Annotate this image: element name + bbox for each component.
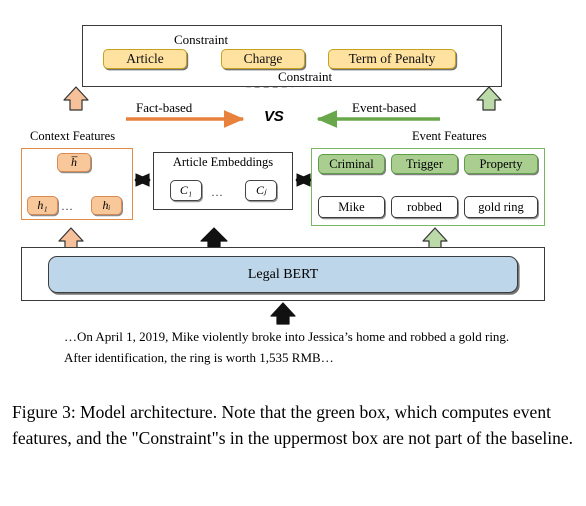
constraint-label-bottom: Constraint xyxy=(278,69,333,84)
block-arrow-event-to-top xyxy=(476,86,502,111)
event-mention-mike: Mike xyxy=(318,196,385,218)
fact-based-label: Fact-based xyxy=(136,100,193,115)
figure-caption: Figure 3: Model architecture. Note that … xyxy=(12,402,574,448)
article-embeddings-title: Article Embeddings xyxy=(172,155,274,169)
figure-3-model-architecture: Article Charge Term of Penalty Constrain… xyxy=(0,0,586,506)
input-document-text: …On April 1, 2019, Mike violently broke … xyxy=(64,329,510,366)
event-role-criminal: Criminal xyxy=(318,154,385,174)
article-embedding-last: Cⱼ xyxy=(245,180,277,201)
article-embedding-first: C₁ xyxy=(170,180,202,201)
prediction-node-term-of-penalty[interactable]: Term of Penalty xyxy=(328,49,456,69)
block-arrow-encoder-to-article xyxy=(200,227,228,250)
event-mention-robbed: robbed xyxy=(391,196,458,218)
event-features-caption: Event Features xyxy=(412,129,487,143)
context-tokens-ellipsis: … xyxy=(61,199,74,213)
block-arrow-input-to-encoder xyxy=(270,302,296,325)
constraint-label-top: Constraint xyxy=(172,32,231,47)
prediction-node-article[interactable]: Article xyxy=(103,49,187,69)
legal-bert-encoder: Legal BERT xyxy=(48,256,518,293)
article-embeddings-ellipsis: … xyxy=(211,185,224,199)
context-features-caption: Context Features xyxy=(30,129,116,143)
block-arrow-encoder-to-event xyxy=(422,227,448,250)
block-arrow-context-to-top xyxy=(63,86,89,111)
event-based-label: Event-based xyxy=(352,100,417,115)
event-mention-gold-ring: gold ring xyxy=(464,196,538,218)
context-pooled-vector: h̅ xyxy=(57,153,91,172)
prediction-node-charge[interactable]: Charge xyxy=(221,49,305,69)
versus-label: VS xyxy=(264,108,284,125)
context-token-vector-last: hᵢ xyxy=(91,196,122,215)
block-arrow-encoder-to-context xyxy=(58,227,84,250)
event-role-trigger: Trigger xyxy=(391,154,458,174)
event-role-property: Property xyxy=(464,154,538,174)
context-token-vector-first: h₁ xyxy=(27,196,58,215)
